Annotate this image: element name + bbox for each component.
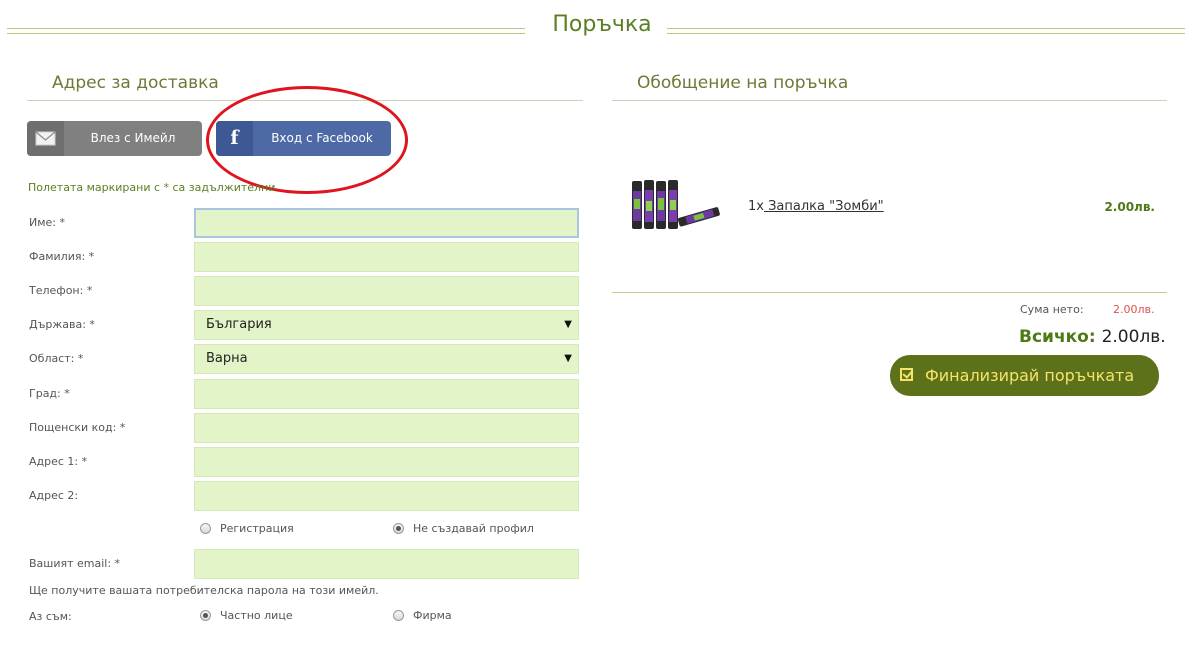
last-name-label: Фамилия: * bbox=[29, 250, 95, 263]
summary-section-title: Обобщение на поръчка bbox=[637, 73, 849, 93]
password-note: Ще получите вашата потребителска парола … bbox=[29, 584, 379, 597]
net-sum-label: Сума нето: bbox=[1020, 303, 1084, 316]
finalize-order-label: Финализирай поръчката bbox=[925, 366, 1135, 385]
summary-section-rule bbox=[612, 100, 1167, 101]
login-email-button[interactable]: Влез с Имейл bbox=[27, 121, 202, 156]
checkbox-icon bbox=[900, 368, 913, 381]
last-name-input[interactable] bbox=[194, 242, 579, 272]
total-value: 2.00лв. bbox=[1101, 327, 1166, 347]
country-label: Държава: * bbox=[29, 318, 95, 331]
summary-divider bbox=[612, 292, 1167, 293]
envelope-icon bbox=[27, 121, 64, 156]
delivery-section-title: Адрес за доставка bbox=[52, 73, 219, 93]
cart-item: 1x Запалка "Зомби" bbox=[748, 199, 884, 214]
country-select-value: България bbox=[206, 317, 272, 332]
company-label[interactable]: Фирма bbox=[413, 609, 452, 622]
postcode-label: Пощенски код: * bbox=[29, 421, 126, 434]
address2-input[interactable] bbox=[194, 481, 579, 511]
order-total: Всичко: 2.00лв. bbox=[1019, 327, 1166, 347]
register-radio[interactable] bbox=[200, 523, 211, 534]
region-select[interactable]: Варна ▼ bbox=[194, 344, 579, 374]
required-fields-note: Полетата маркирани с * са задължителни bbox=[28, 181, 276, 194]
net-sum-value: 2.00лв. bbox=[1113, 303, 1155, 316]
dropdown-arrow-icon: ▼ bbox=[564, 319, 572, 330]
private-person-radio[interactable] bbox=[200, 610, 211, 621]
cart-item-price: 2.00лв. bbox=[1104, 200, 1155, 214]
dropdown-arrow-icon: ▼ bbox=[564, 353, 572, 364]
no-profile-radio[interactable] bbox=[393, 523, 404, 534]
city-label: Град: * bbox=[29, 387, 70, 400]
first-name-label: Име: * bbox=[29, 216, 65, 229]
private-person-label[interactable]: Частно лице bbox=[220, 609, 293, 622]
finalize-order-button[interactable]: Финализирай поръчката bbox=[890, 355, 1159, 396]
email-input[interactable] bbox=[194, 549, 579, 579]
cart-item-name-link[interactable]: Запалка "Зомби" bbox=[764, 199, 884, 214]
address2-label: Адрес 2: bbox=[29, 489, 79, 502]
lighter-product-image bbox=[632, 180, 720, 229]
register-radio-label[interactable]: Регистрация bbox=[220, 522, 294, 535]
postcode-input[interactable] bbox=[194, 413, 579, 443]
cart-item-qty: 1x bbox=[748, 199, 764, 214]
address1-input[interactable] bbox=[194, 447, 579, 477]
address1-label: Адрес 1: * bbox=[29, 455, 88, 468]
country-select[interactable]: България ▼ bbox=[194, 310, 579, 340]
email-label: Вашият email: * bbox=[29, 557, 121, 570]
red-annotation-ellipse bbox=[206, 86, 408, 194]
region-select-value: Варна bbox=[206, 351, 248, 366]
company-radio[interactable] bbox=[393, 610, 404, 621]
title-rule-right bbox=[667, 28, 1185, 34]
total-label: Всичко: bbox=[1019, 327, 1096, 347]
login-email-label: Влез с Имейл bbox=[90, 131, 176, 145]
region-label: Област: * bbox=[29, 352, 84, 365]
city-input[interactable] bbox=[194, 379, 579, 409]
first-name-input[interactable] bbox=[194, 208, 579, 238]
phone-label: Телефон: * bbox=[29, 284, 93, 297]
phone-input[interactable] bbox=[194, 276, 579, 306]
no-profile-radio-label[interactable]: Не създавай профил bbox=[413, 522, 534, 535]
i-am-label: Аз съм: bbox=[29, 610, 72, 623]
